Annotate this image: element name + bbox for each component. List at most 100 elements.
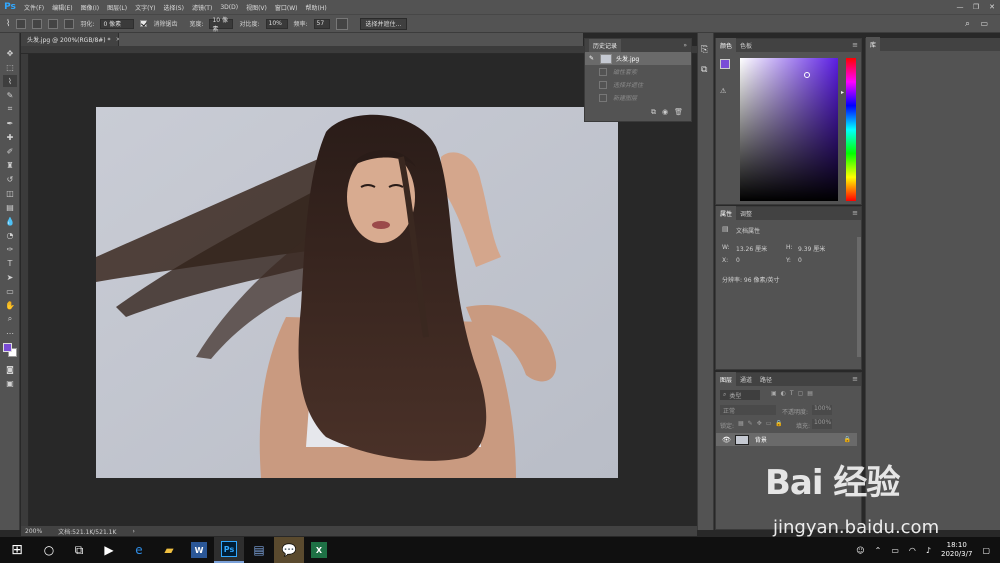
x-value[interactable]: 0 <box>736 257 740 264</box>
width-input[interactable]: 10 像素 <box>209 17 234 33</box>
history-panel-icon[interactable]: ⎘ <box>701 45 708 55</box>
quick-select-tool-icon[interactable]: ✎ <box>3 89 17 101</box>
system-clock[interactable]: 18:10 2020/3/7 <box>941 541 972 559</box>
clone-stamp-icon[interactable]: ♜ <box>3 159 17 171</box>
tab-properties[interactable]: 属性 <box>716 206 737 221</box>
tab-library[interactable]: 库 <box>866 37 881 52</box>
layer-filter-kind[interactable]: ⌕ 类型 <box>720 390 760 400</box>
menu-window[interactable]: 窗口(W) <box>271 3 302 12</box>
menu-layer[interactable]: 图层(L) <box>103 3 131 12</box>
chevron-up-icon[interactable]: ⌃ <box>875 546 882 555</box>
excel-app-icon[interactable]: X <box>304 537 334 563</box>
eraser-tool-icon[interactable]: ◫ <box>3 187 17 199</box>
document-tab[interactable]: 头发.jpg @ 200%(RGB/8#) * × <box>21 33 121 46</box>
trash-icon[interactable]: 🗑 <box>674 108 683 117</box>
photoshop-logo[interactable]: Ps <box>0 0 20 14</box>
subtract-selection-icon[interactable] <box>48 18 59 29</box>
width-value[interactable]: 13.26 厘米 <box>736 244 767 253</box>
crop-tool-icon[interactable]: ⌗ <box>3 103 17 115</box>
quick-mask-icon[interactable]: ◙ <box>3 363 17 375</box>
zoom-tool-icon[interactable]: ⌕ <box>3 313 17 325</box>
properties-scrollbar[interactable] <box>857 237 861 357</box>
notes-app-icon[interactable]: ▤ <box>244 537 274 563</box>
notification-icon[interactable]: ▢ <box>982 546 990 555</box>
layer-row[interactable]: 👁 背景 🔒 <box>716 433 857 446</box>
file-explorer-icon[interactable]: ▰ <box>154 537 184 563</box>
opacity-input[interactable]: 100% <box>812 405 832 415</box>
layer-lock-icon[interactable]: 🔒 <box>844 436 851 443</box>
path-select-icon[interactable]: ➤ <box>3 271 17 283</box>
volume-icon[interactable]: ♪ <box>926 546 931 555</box>
pen-tool-icon[interactable]: ✑ <box>3 243 17 255</box>
color-picker-field[interactable] <box>740 58 838 201</box>
new-selection-icon[interactable] <box>16 18 27 29</box>
history-step[interactable]: 新建图层 <box>585 91 691 104</box>
tab-color[interactable]: 颜色 <box>716 38 737 53</box>
pen-pressure-icon[interactable] <box>335 17 348 30</box>
shape-filter-icon[interactable]: ▢ <box>798 390 804 397</box>
panel-collapse-icon[interactable]: » <box>683 42 687 49</box>
rectangle-tool-icon[interactable]: ▭ <box>3 285 17 297</box>
workspace-icon[interactable]: ▭ <box>980 19 988 28</box>
adjustment-filter-icon[interactable]: ◐ <box>781 390 786 397</box>
new-document-from-state-icon[interactable]: ⧉ <box>651 108 656 117</box>
lasso-tool-icon[interactable]: ⌇ <box>3 75 17 87</box>
menu-help[interactable]: 帮助(H) <box>302 3 331 12</box>
close-button[interactable]: ✕ <box>984 0 1000 14</box>
frequency-input[interactable]: 57 <box>313 18 330 29</box>
panel-menu-icon[interactable]: ≡ <box>852 41 858 49</box>
menu-select[interactable]: 选择(S) <box>159 3 188 12</box>
color-picker-handle[interactable] <box>804 72 810 78</box>
height-value[interactable]: 9.39 厘米 <box>798 244 825 253</box>
menu-type[interactable]: 文字(Y) <box>131 3 159 12</box>
menu-file[interactable]: 文件(F) <box>20 3 48 12</box>
hue-slider-handle[interactable]: ▸ <box>841 89 844 96</box>
document-image[interactable] <box>96 107 618 478</box>
menu-3d[interactable]: 3D(D) <box>216 4 242 11</box>
zoom-level[interactable]: 200% <box>25 528 42 535</box>
edge-browser-icon[interactable]: e <box>124 537 154 563</box>
media-player-icon[interactable]: ▶ <box>94 537 124 563</box>
panel-menu-icon[interactable]: ≡ <box>852 375 858 383</box>
intersect-selection-icon[interactable] <box>64 18 75 29</box>
wechat-app-icon[interactable]: 💬 <box>274 537 304 563</box>
menu-view[interactable]: 视图(V) <box>242 3 271 12</box>
history-brush-icon[interactable]: ↺ <box>3 173 17 185</box>
type-filter-icon[interactable]: T <box>790 390 794 397</box>
camera-icon[interactable]: ◉ <box>662 108 668 117</box>
move-tool-icon[interactable]: ✥ <box>3 47 17 59</box>
lock-icons[interactable]: ▦✎✥▭🔒 <box>738 420 787 427</box>
brush-tool-icon[interactable]: ✐ <box>3 145 17 157</box>
photoshop-app-icon[interactable]: Ps <box>214 537 244 563</box>
gradient-tool-icon[interactable]: ▤ <box>3 201 17 213</box>
contrast-input[interactable]: 10% <box>265 18 288 29</box>
history-tab[interactable]: 历史记录 <box>589 39 622 52</box>
history-snapshot[interactable]: ✎ 头发.jpg <box>585 52 691 65</box>
windows-start-icon[interactable]: ⊞ <box>0 537 34 563</box>
magnetic-lasso-icon[interactable]: ⌇ <box>6 19 10 29</box>
wifi-icon[interactable]: ◠ <box>909 546 916 555</box>
tab-swatches[interactable]: 色板 <box>736 38 756 53</box>
history-step[interactable]: 磁性套索 <box>585 65 691 78</box>
tab-adjustments[interactable]: 调整 <box>736 206 756 221</box>
word-app-icon[interactable]: W <box>184 537 214 563</box>
add-selection-icon[interactable] <box>32 18 43 29</box>
foreground-color-swatch[interactable] <box>3 343 12 352</box>
panel-menu-icon[interactable]: ≡ <box>852 209 858 217</box>
properties-panel-icon[interactable]: ⧉ <box>701 65 707 75</box>
history-step[interactable]: 选择并遮住 <box>585 78 691 91</box>
tab-paths[interactable]: 路径 <box>756 372 776 387</box>
hue-slider[interactable] <box>846 58 856 201</box>
smart-object-filter-icon[interactable]: ▤ <box>807 390 813 397</box>
blend-mode-select[interactable]: 正常 <box>720 405 776 415</box>
menu-edit[interactable]: 编辑(E) <box>48 3 76 12</box>
status-menu-arrow[interactable]: › <box>132 528 134 535</box>
menu-image[interactable]: 图像(I) <box>77 3 103 12</box>
y-value[interactable]: 0 <box>798 257 802 264</box>
pixel-filter-icon[interactable]: ▣ <box>771 390 777 397</box>
task-view-icon[interactable]: ⧉ <box>64 537 94 563</box>
type-tool-icon[interactable]: T <box>3 257 17 269</box>
visibility-eye-icon[interactable]: 👁 <box>722 436 731 444</box>
anti-alias-checkbox[interactable] <box>140 20 148 27</box>
healing-brush-icon[interactable]: ✚ <box>3 131 17 143</box>
